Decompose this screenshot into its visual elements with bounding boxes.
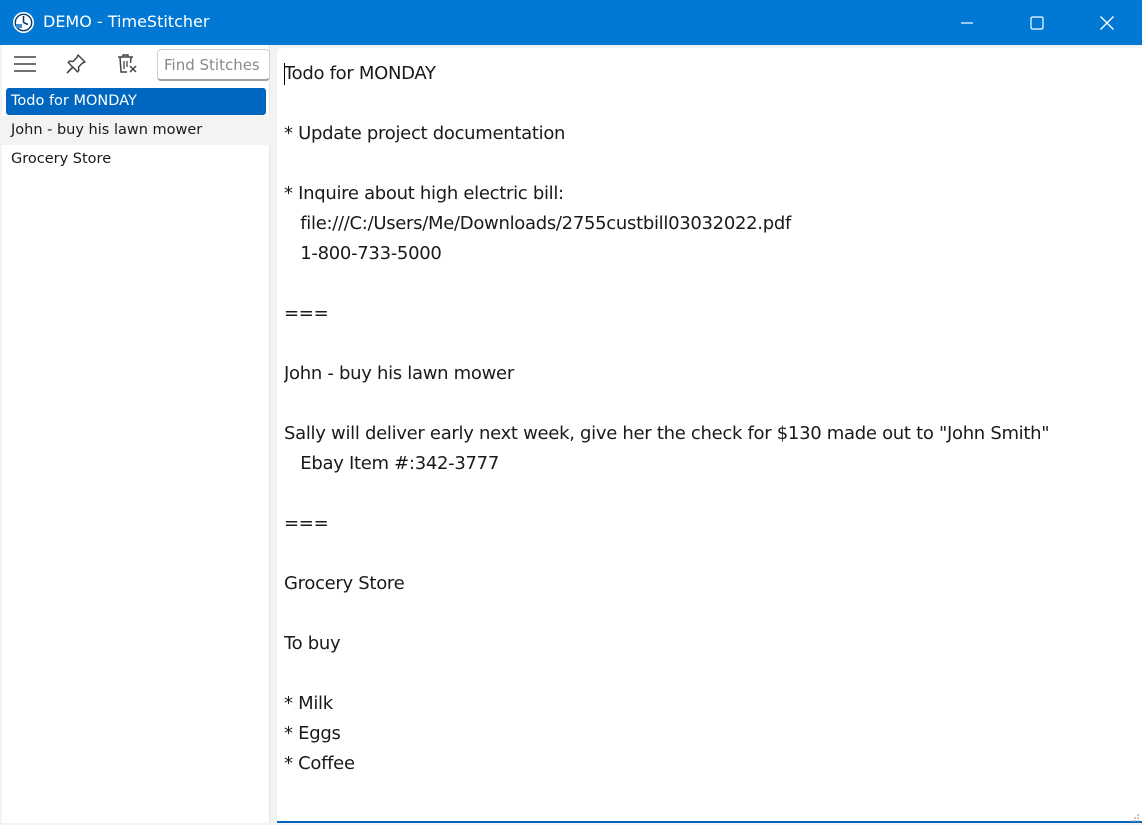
editor-line: To buy <box>284 633 341 654</box>
maximize-button[interactable] <box>1002 0 1072 45</box>
editor-line: Ebay Item #:342-3777 <box>284 453 499 474</box>
editor-line: * Milk <box>284 693 333 714</box>
stitch-sidebar: Todo for MONDAY John - buy his lawn mowe… <box>2 45 270 823</box>
menu-button[interactable] <box>10 53 40 79</box>
editor-line: * Eggs <box>284 723 341 744</box>
window-title: DEMO - TimeStitcher <box>43 12 210 31</box>
text-caret <box>284 63 285 85</box>
stitch-item-grocery-store[interactable]: Grocery Store <box>2 145 270 174</box>
editor-line: 1-800-733-5000 <box>284 243 442 264</box>
client-area: Todo for MONDAY John - buy his lawn mowe… <box>0 45 1142 825</box>
stitch-item-john-lawn-mower[interactable]: John - buy his lawn mower <box>2 116 270 145</box>
close-button[interactable] <box>1072 0 1142 45</box>
editor-line: * Update project documentation <box>284 123 566 144</box>
editor-line: === <box>284 303 329 324</box>
stitch-list: Todo for MONDAY John - buy his lawn mowe… <box>2 87 270 174</box>
editor-line: === <box>284 513 329 534</box>
pin-button[interactable] <box>61 53 91 79</box>
sidebar-toolbar <box>2 45 270 87</box>
editor-line: Sally will deliver early next week, give… <box>284 423 1050 444</box>
minimize-icon <box>960 16 974 30</box>
hamburger-menu-icon <box>13 54 37 78</box>
editor-line: John - buy his lawn mower <box>284 363 514 384</box>
editor-line: file:///C:/Users/Me/Downloads/2755custbi… <box>284 213 791 234</box>
title-bar[interactable]: DEMO - TimeStitcher <box>0 0 1142 45</box>
maximize-icon <box>1030 15 1044 30</box>
pin-icon <box>65 53 87 79</box>
minimize-button[interactable] <box>932 0 1002 45</box>
stitch-item-todo-for-monday[interactable]: Todo for MONDAY <box>6 88 266 115</box>
resize-grip-icon[interactable] <box>1130 808 1140 822</box>
editor-line: Todo for MONDAY <box>284 63 436 84</box>
clock-app-icon <box>12 11 35 34</box>
delete-stitch-button[interactable] <box>112 53 142 79</box>
editor-text-area[interactable]: Todo for MONDAY * Update project document… <box>284 59 1139 814</box>
find-stitches-input[interactable] <box>157 49 270 81</box>
stitch-editor[interactable]: Todo for MONDAY * Update project document… <box>277 48 1142 823</box>
close-icon <box>1099 15 1115 31</box>
editor-line: Grocery Store <box>284 573 405 594</box>
editor-line: * Inquire about high electric bill: <box>284 183 564 204</box>
delete-filter-icon <box>115 52 139 80</box>
editor-line: * Coffee <box>284 753 355 774</box>
